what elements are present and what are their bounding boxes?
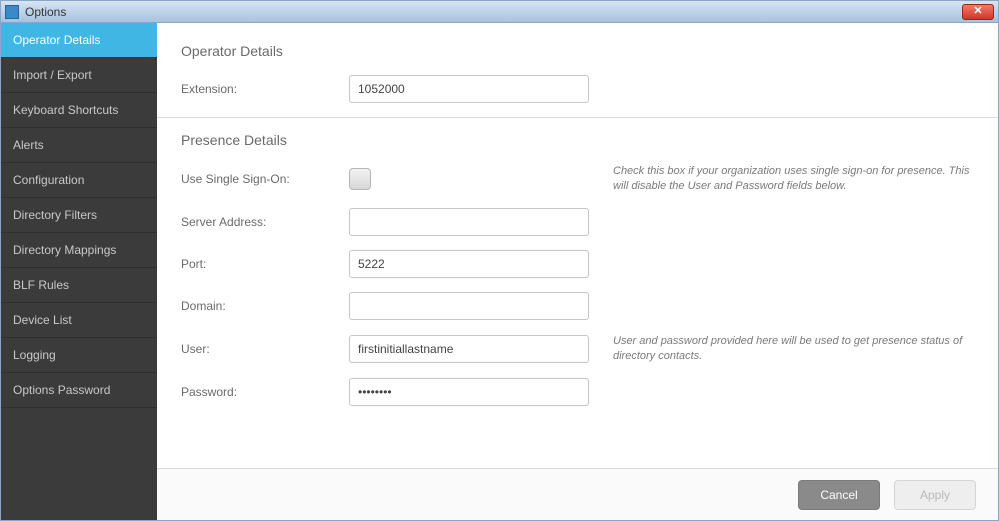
- sidebar-item-label: Keyboard Shortcuts: [13, 103, 118, 117]
- row-extension: Extension:: [181, 75, 974, 103]
- row-sso: Use Single Sign-On: Check this box if yo…: [181, 164, 974, 194]
- apply-button[interactable]: Apply: [894, 480, 976, 510]
- button-label: Cancel: [820, 488, 857, 502]
- close-button[interactable]: ✕: [962, 4, 994, 20]
- footer: Cancel Apply: [157, 468, 998, 520]
- server-address-input[interactable]: [349, 208, 589, 236]
- sidebar-item-directory-mappings[interactable]: Directory Mappings: [1, 233, 157, 268]
- cancel-button[interactable]: Cancel: [798, 480, 880, 510]
- label-extension: Extension:: [181, 82, 349, 96]
- sidebar-item-label: BLF Rules: [13, 278, 69, 292]
- row-password: Password:: [181, 378, 974, 406]
- label-sso: Use Single Sign-On:: [181, 172, 349, 186]
- sidebar-item-device-list[interactable]: Device List: [1, 303, 157, 338]
- sidebar-item-blf-rules[interactable]: BLF Rules: [1, 268, 157, 303]
- sidebar-item-directory-filters[interactable]: Directory Filters: [1, 198, 157, 233]
- row-port: Port:: [181, 250, 974, 278]
- row-domain: Domain:: [181, 292, 974, 320]
- sidebar-item-label: Logging: [13, 348, 56, 362]
- main-panel: Operator Details Extension: Presence Det…: [157, 23, 998, 520]
- sidebar-item-alerts[interactable]: Alerts: [1, 128, 157, 163]
- button-label: Apply: [920, 488, 950, 502]
- row-server-address: Server Address:: [181, 208, 974, 236]
- port-input[interactable]: [349, 250, 589, 278]
- app-icon: [5, 5, 19, 19]
- window-title: Options: [25, 5, 962, 19]
- sidebar-item-label: Alerts: [13, 138, 44, 152]
- options-window: Options ✕ Operator Details Import / Expo…: [0, 0, 999, 521]
- titlebar: Options ✕: [1, 1, 998, 23]
- sidebar-item-keyboard-shortcuts[interactable]: Keyboard Shortcuts: [1, 93, 157, 128]
- sidebar-item-operator-details[interactable]: Operator Details: [1, 23, 157, 58]
- sidebar-item-label: Operator Details: [13, 33, 100, 47]
- hint-user: User and password provided here will be …: [613, 334, 974, 364]
- label-server-address: Server Address:: [181, 215, 349, 229]
- sidebar-item-import-export[interactable]: Import / Export: [1, 58, 157, 93]
- user-input[interactable]: [349, 335, 589, 363]
- label-password: Password:: [181, 385, 349, 399]
- extension-input[interactable]: [349, 75, 589, 103]
- sidebar-item-label: Configuration: [13, 173, 84, 187]
- row-user: User: User and password provided here wi…: [181, 334, 974, 364]
- content-area: Operator Details Extension: Presence Det…: [157, 23, 998, 468]
- close-icon: ✕: [973, 6, 982, 17]
- password-input[interactable]: [349, 378, 589, 406]
- domain-input[interactable]: [349, 292, 589, 320]
- sidebar-item-label: Directory Mappings: [13, 243, 116, 257]
- section-divider: [157, 117, 998, 118]
- sidebar-item-logging[interactable]: Logging: [1, 338, 157, 373]
- sidebar-item-label: Directory Filters: [13, 208, 97, 222]
- section-title-presence-details: Presence Details: [181, 132, 974, 148]
- sidebar-item-label: Import / Export: [13, 68, 92, 82]
- sidebar-item-label: Options Password: [13, 383, 110, 397]
- label-user: User:: [181, 342, 349, 356]
- label-domain: Domain:: [181, 299, 349, 313]
- window-body: Operator Details Import / Export Keyboar…: [1, 23, 998, 520]
- sidebar-item-options-password[interactable]: Options Password: [1, 373, 157, 408]
- sidebar: Operator Details Import / Export Keyboar…: [1, 23, 157, 520]
- sidebar-item-configuration[interactable]: Configuration: [1, 163, 157, 198]
- hint-sso: Check this box if your organization uses…: [613, 164, 974, 194]
- label-port: Port:: [181, 257, 349, 271]
- section-title-operator-details: Operator Details: [181, 43, 974, 59]
- sso-checkbox[interactable]: [349, 168, 371, 190]
- sidebar-item-label: Device List: [13, 313, 72, 327]
